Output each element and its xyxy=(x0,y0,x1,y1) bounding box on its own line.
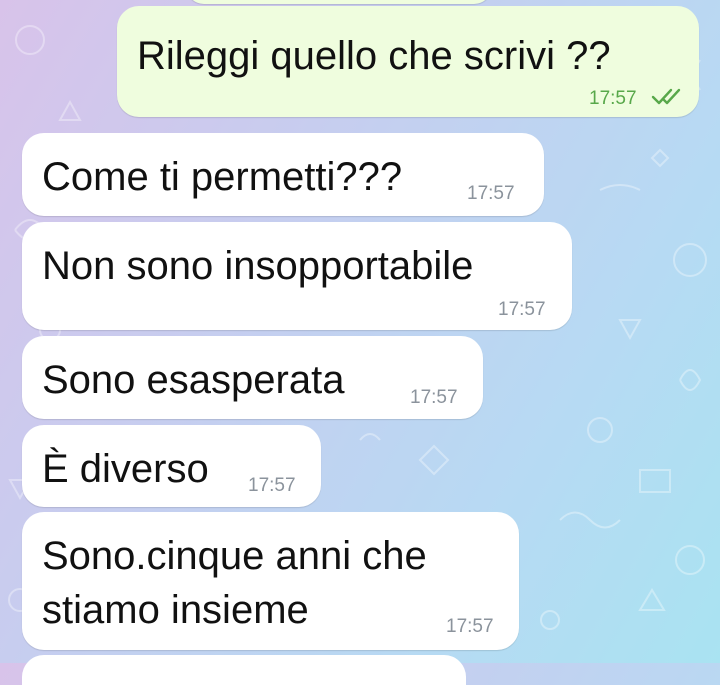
message-text: È diverso xyxy=(42,447,209,491)
message-time: 17:57 xyxy=(467,183,515,204)
message-text: Sono esasperata xyxy=(42,358,345,402)
message-text: Non sono insopportabile xyxy=(42,244,474,288)
message-bubble-incoming[interactable]: Come ti permetti??? 17:57 xyxy=(22,133,544,216)
message-time: 17:57 xyxy=(589,88,637,109)
message-bubble-incoming[interactable]: È diverso 17:57 xyxy=(22,425,321,507)
message-bubble-incoming[interactable]: Sono.cinque anni che stiamo insieme 17:5… xyxy=(22,512,519,650)
message-time: 17:57 xyxy=(248,475,296,496)
next-incoming-bubble-edge xyxy=(22,655,466,685)
message-text: Rileggi quello che scrivi ?? xyxy=(137,34,611,78)
previous-outgoing-bubble-edge xyxy=(186,0,492,4)
double-check-icon xyxy=(651,88,681,105)
message-text: Come ti permetti??? xyxy=(42,155,403,199)
message-time: 17:57 xyxy=(410,387,458,408)
message-bubble-outgoing[interactable]: Rileggi quello che scrivi ?? 17:57 xyxy=(117,6,699,117)
message-text-line-2: stiamo insieme xyxy=(42,588,309,632)
message-time: 17:57 xyxy=(498,299,546,320)
message-bubble-incoming[interactable]: Sono esasperata 17:57 xyxy=(22,336,483,419)
message-time: 17:57 xyxy=(446,616,494,637)
message-bubble-incoming[interactable]: Non sono insopportabile 17:57 xyxy=(22,222,572,330)
message-text-line-1: Sono.cinque anni che xyxy=(42,534,427,578)
